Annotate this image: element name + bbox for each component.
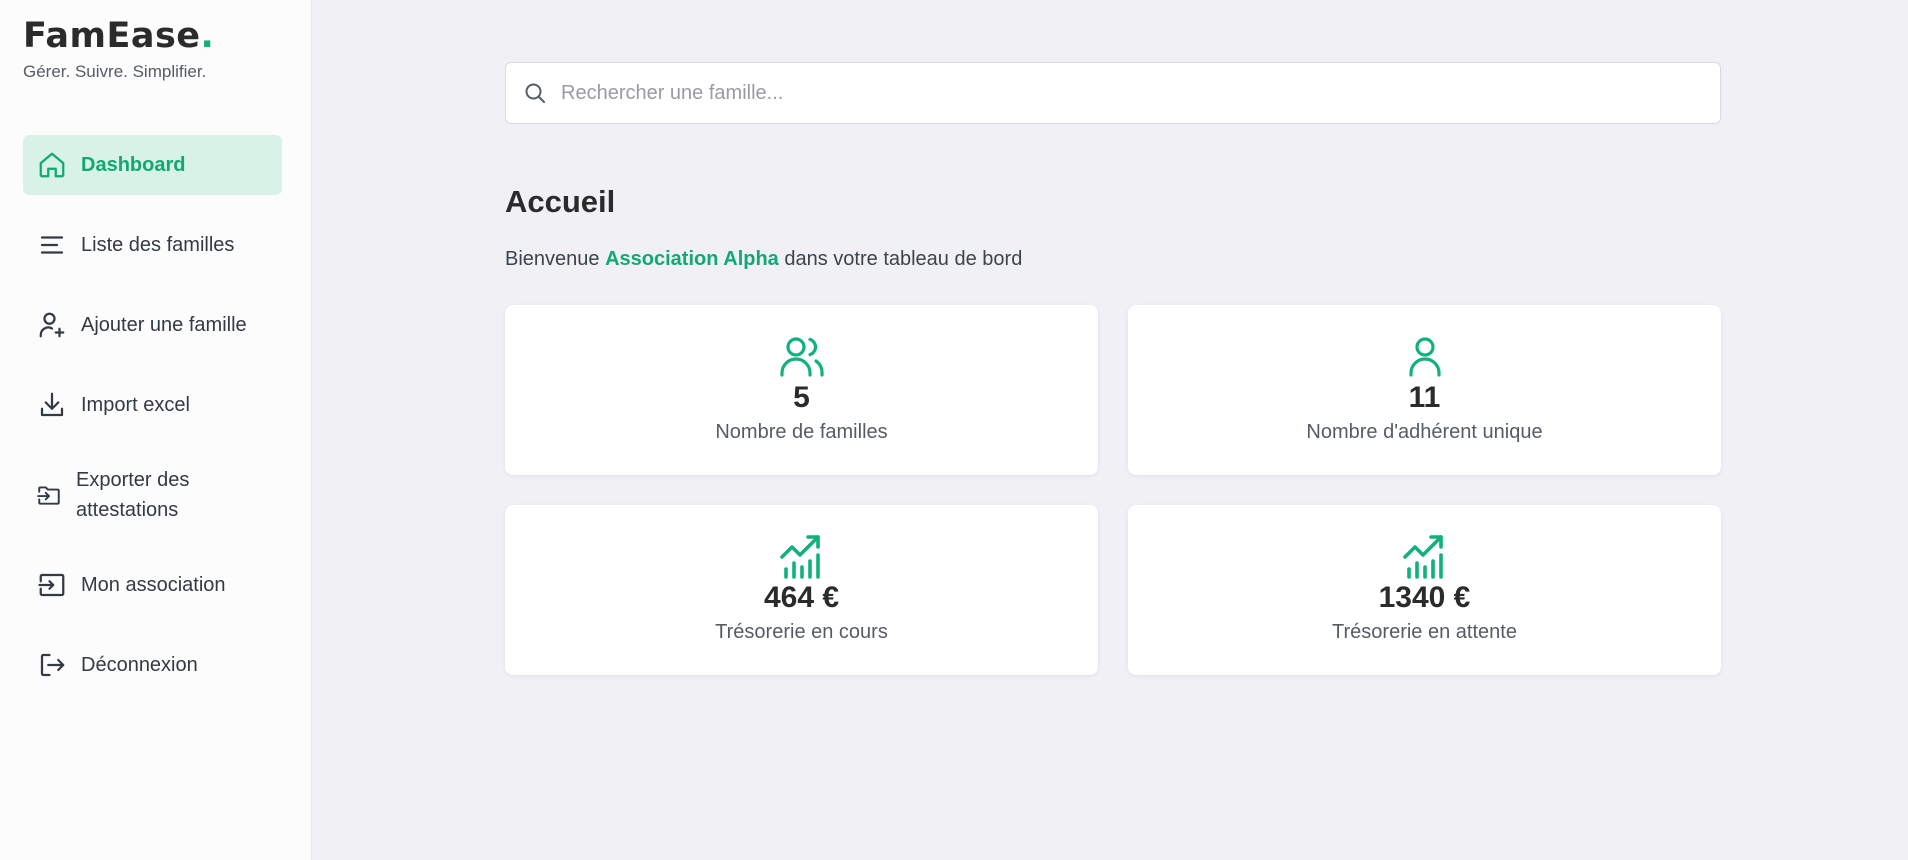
export-icon (36, 480, 62, 510)
stat-card-families: 5 Nombre de familles (505, 305, 1098, 475)
sidebar-item-add-family[interactable]: Ajouter une famille (23, 295, 282, 355)
chart-trend-icon (1401, 533, 1449, 581)
stat-label: Nombre de familles (715, 421, 888, 443)
stat-card-treasury-current: 464 € Trésorerie en cours (505, 505, 1098, 675)
sidebar-item-dashboard[interactable]: Dashboard (23, 135, 282, 195)
sidebar-item-export-attestations[interactable]: Exporter des attestations (23, 455, 282, 535)
sidebar-nav: Dashboard Liste des familles Ajouter une… (23, 135, 282, 715)
sidebar-item-label: Ajouter une famille (81, 314, 247, 336)
sidebar-item-label: Déconnexion (81, 654, 198, 676)
stat-value: 5 (793, 381, 810, 414)
app-logo[interactable]: FamEase. (23, 14, 214, 58)
user-icon (1401, 333, 1449, 381)
brand-tagline: Gérer. Suivre. Simplifier. (23, 62, 207, 81)
stat-label: Trésorerie en attente (1332, 621, 1517, 643)
sidebar-item-family-list[interactable]: Liste des familles (23, 215, 282, 275)
home-icon (37, 150, 67, 180)
search-icon (523, 81, 547, 105)
stat-label: Trésorerie en cours (715, 621, 888, 643)
search-bar[interactable] (505, 62, 1721, 124)
user-plus-icon (37, 310, 67, 340)
sidebar-item-label: Dashboard (81, 154, 186, 176)
brand: FamEase. Gérer. Suivre. Simplifier. (23, 14, 214, 82)
stat-value: 464 € (763, 581, 840, 614)
search-input[interactable] (561, 81, 1661, 105)
sidebar-item-label: Import excel (81, 394, 190, 416)
sidebar: FamEase. Gérer. Suivre. Simplifier. Dash… (0, 0, 312, 860)
sidebar-item-import-excel[interactable]: Import excel (23, 375, 282, 435)
stat-card-members: 11 Nombre d'adhérent unique (1128, 305, 1721, 475)
stat-card-treasury-pending: 1340 € Trésorerie en attente (1128, 505, 1721, 675)
list-icon (37, 230, 67, 260)
login-icon (37, 570, 67, 600)
users-icon (778, 333, 826, 381)
chart-trend-icon (778, 533, 826, 581)
sidebar-item-label: Liste des familles (81, 234, 235, 256)
sidebar-item-label: Mon association (81, 574, 226, 596)
stat-value: 1340 € (1378, 581, 1471, 614)
logout-icon (37, 650, 67, 680)
sidebar-item-my-association[interactable]: Mon association (23, 555, 282, 615)
stat-value: 11 (1408, 381, 1441, 414)
organization-name: Association Alpha (605, 248, 779, 270)
page-title: Accueil (505, 184, 616, 219)
welcome-message: Bienvenue Association Alpha dans votre t… (505, 248, 1023, 270)
stat-label: Nombre d'adhérent unique (1306, 421, 1543, 443)
download-icon (37, 390, 67, 420)
sidebar-item-label: Exporter des attestations (76, 469, 190, 521)
sidebar-item-logout[interactable]: Déconnexion (23, 635, 282, 695)
